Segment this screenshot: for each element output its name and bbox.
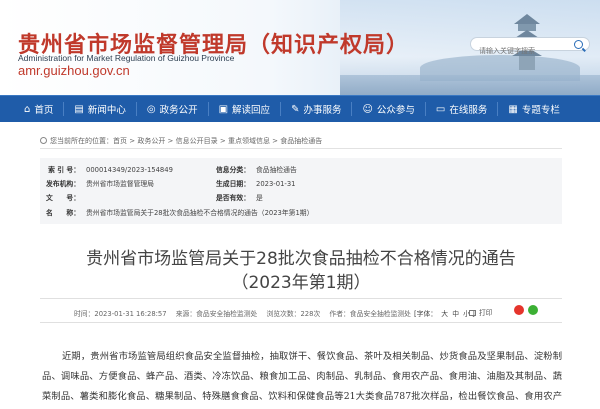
nav-divider — [351, 102, 353, 116]
public-icon: ☺ — [362, 103, 373, 115]
home-icon: ⌂ — [24, 103, 31, 115]
font-size-large[interactable]: 大 — [441, 310, 448, 318]
print-button[interactable]: 打印 — [469, 307, 493, 317]
info-value: 食品抽检通告 — [256, 166, 297, 174]
nav-item-label: 新闻中心 — [87, 105, 126, 116]
main-nav: ⌂ 首页 ▤ 新闻中心 ◎ 政务公开 ▣ 解读回应 ✎ 办事服务 ☺ 公众参与 … — [0, 95, 600, 122]
weibo-share-icon[interactable] — [514, 305, 524, 315]
nav-item-label: 政务公开 — [159, 105, 198, 116]
info-value: 2023-01-31 — [256, 180, 296, 188]
nav-divider — [497, 102, 499, 116]
article-title-issue: （2023年第1期） — [231, 273, 371, 293]
font-size-control: [字体： 大 中 小 ] — [414, 308, 475, 318]
nav-item-online[interactable]: ▭ 在线服务 — [426, 96, 497, 123]
info-row: 名 称： 贵州省市场监管局关于28批次食品抽检不合格情况的通告（2023年第1期… — [40, 207, 562, 219]
nav-divider — [280, 102, 282, 116]
font-size-label: [字体： — [414, 310, 438, 318]
header-banner-water — [340, 75, 600, 95]
document-info-table: 索 引 号： 000014349/2023-154849 信息分类： 食品抽检通… — [40, 158, 562, 224]
info-value: 贵州省市场监管局关于28批次食品抽检不合格情况的通告（2023年第1期） — [86, 209, 314, 217]
service-icon: ✎ — [291, 103, 300, 115]
nav-divider — [135, 102, 137, 116]
search-input[interactable] — [479, 45, 575, 57]
info-value: 是 — [256, 194, 263, 202]
printer-icon — [469, 310, 476, 316]
gov-open-icon: ◎ — [146, 103, 156, 115]
article-title: 贵州省市场监管局关于28批次食品抽检不合格情况的通告 — [86, 249, 516, 269]
publish-time: 时间：2023-01-31 16:28:57 — [74, 310, 167, 318]
nav-item-label: 办事服务 — [303, 105, 342, 116]
search-box — [470, 37, 590, 57]
nav-item-interpret[interactable]: ▣ 解读回应 — [209, 96, 280, 123]
print-label: 打印 — [479, 309, 493, 317]
divider — [40, 322, 562, 323]
nav-item-label: 公众参与 — [376, 105, 415, 116]
breadcrumb: 您当前所在的位置：首页 > 政务公开 > 信息公开目录 > 重点领域信息 > 食… — [40, 136, 322, 146]
nav-divider — [207, 102, 209, 116]
nav-item-public[interactable]: ☺ 公众参与 — [352, 96, 424, 123]
nav-item-home[interactable]: ⌂ 首页 — [0, 96, 63, 123]
nav-item-label: 专题专栏 — [521, 105, 560, 116]
interpret-icon: ▣ — [218, 103, 229, 115]
nav-item-news[interactable]: ▤ 新闻中心 — [64, 96, 135, 123]
article-source: 来源：食品安全抽检监测处 — [175, 310, 258, 318]
site-logo-url: amr.guizhou.gov.cn — [18, 63, 130, 78]
divider — [40, 298, 562, 299]
nav-divider — [424, 102, 426, 116]
info-row: 文 号： 是否有效： 是 — [40, 192, 562, 204]
nav-item-label: 解读回应 — [232, 105, 271, 116]
nav-item-label: 在线服务 — [449, 105, 488, 116]
wechat-share-icon[interactable] — [528, 305, 538, 315]
info-label: 生成日期： — [216, 180, 250, 188]
search-icon[interactable] — [574, 40, 583, 49]
topic-icon: ▦ — [508, 103, 518, 115]
news-icon: ▤ — [74, 103, 84, 115]
info-label: 名 称： — [46, 209, 80, 217]
nav-item-topic[interactable]: ▦ 专题专栏 — [498, 96, 569, 123]
info-value: 000014349/2023-154849 — [86, 166, 173, 174]
site-header: 贵州省市场监督管理局（知识产权局） Administration for Mar… — [0, 0, 600, 95]
online-icon: ▭ — [435, 103, 446, 115]
divider — [40, 148, 562, 149]
info-label: 发布机构： — [46, 180, 80, 188]
nav-divider — [63, 102, 65, 116]
info-row: 发布机构： 贵州省市场监督管理局 生成日期： 2023-01-31 — [40, 178, 562, 190]
nav-item-label: 首页 — [34, 105, 54, 116]
font-size-medium[interactable]: 中 — [452, 310, 459, 318]
article-meta: 时间：2023-01-31 16:28:57 来源：食品安全抽检监测处 浏览次数… — [74, 308, 418, 318]
site-logo-english: Administration for Market Regulation of … — [18, 53, 235, 63]
view-count: 浏览次数：228次 — [266, 310, 321, 318]
nav-item-service[interactable]: ✎ 办事服务 — [281, 96, 351, 123]
article-body: 近期，贵州省市场监管局组织食品安全监督抽检，抽取饼干、餐饮食品、茶叶及相关制品、… — [42, 351, 562, 402]
info-value: 贵州省市场监督管理局 — [86, 180, 154, 188]
info-label: 文 号： — [46, 194, 80, 202]
info-label: 索 引 号： — [48, 166, 80, 174]
location-icon — [40, 137, 47, 144]
info-label: 是否有效： — [216, 194, 250, 202]
nav-item-gov-open[interactable]: ◎ 政务公开 — [137, 96, 208, 123]
info-label: 信息分类： — [216, 166, 250, 174]
info-row: 索 引 号： 000014349/2023-154849 信息分类： 食品抽检通… — [40, 164, 562, 176]
breadcrumb-text[interactable]: 您当前所在的位置：首页 > 政务公开 > 信息公开目录 > 重点领域信息 > 食… — [50, 137, 322, 145]
article-author: 作者：食品安全抽检监测处 — [329, 310, 411, 318]
